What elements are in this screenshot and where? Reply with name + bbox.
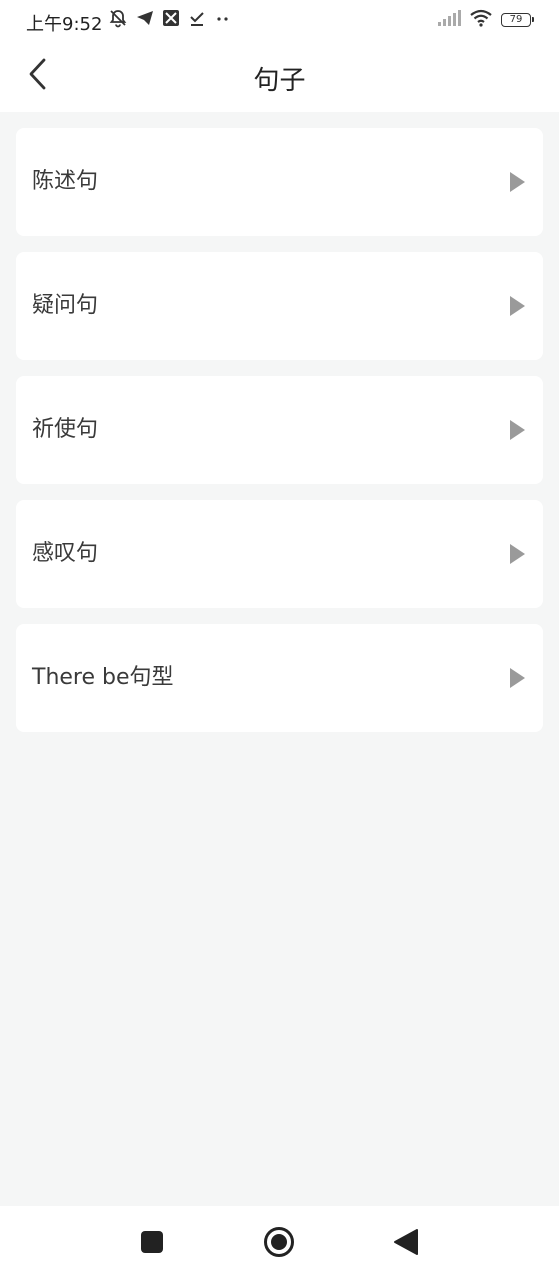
play-triangle-icon xyxy=(510,420,525,440)
recent-apps-icon xyxy=(140,1230,164,1258)
list-item-label: 陈述句 xyxy=(32,169,99,194)
status-time: 上午9:52 xyxy=(26,14,103,35)
list-item-label: 感叹句 xyxy=(32,541,99,566)
list-item-label: There be句型 xyxy=(32,665,174,690)
wifi-icon xyxy=(469,9,493,31)
page-title: 句子 xyxy=(253,66,306,96)
play-triangle-icon xyxy=(510,668,525,688)
list-item-declarative[interactable]: 陈述句 xyxy=(16,128,543,236)
telegram-icon xyxy=(136,9,154,31)
status-system-icons: 79 xyxy=(437,9,534,31)
battery-icon: 79 xyxy=(501,13,534,27)
header: 句子 xyxy=(0,40,559,112)
image-icon xyxy=(162,9,180,31)
list-item-imperative[interactable]: 祈使句 xyxy=(16,376,543,484)
play-triangle-icon xyxy=(510,172,525,192)
back-triangle-icon xyxy=(393,1228,419,1260)
check-icon xyxy=(188,9,206,31)
play-triangle-icon xyxy=(510,544,525,564)
recent-apps-button[interactable] xyxy=(136,1228,168,1260)
more-dots-icon xyxy=(214,9,232,31)
status-bar: 上午9:52 79 xyxy=(0,0,559,40)
sentence-type-list: 陈述句 疑问句 祈使句 感叹句 There be句型 xyxy=(16,128,543,748)
list-item-there-be[interactable]: There be句型 xyxy=(16,624,543,732)
signal-icon xyxy=(437,10,461,30)
list-item-interrogative[interactable]: 疑问句 xyxy=(16,252,543,360)
status-notification-icons xyxy=(108,9,232,31)
system-nav-bar xyxy=(0,1206,559,1280)
bell-off-icon xyxy=(108,8,128,32)
list-item-label: 疑问句 xyxy=(32,293,99,318)
play-triangle-icon xyxy=(510,296,525,316)
back-nav-button[interactable] xyxy=(390,1228,422,1260)
list-item-exclamatory[interactable]: 感叹句 xyxy=(16,500,543,608)
home-button[interactable] xyxy=(263,1226,295,1262)
list-item-label: 祈使句 xyxy=(32,417,99,442)
home-icon xyxy=(263,1226,295,1262)
